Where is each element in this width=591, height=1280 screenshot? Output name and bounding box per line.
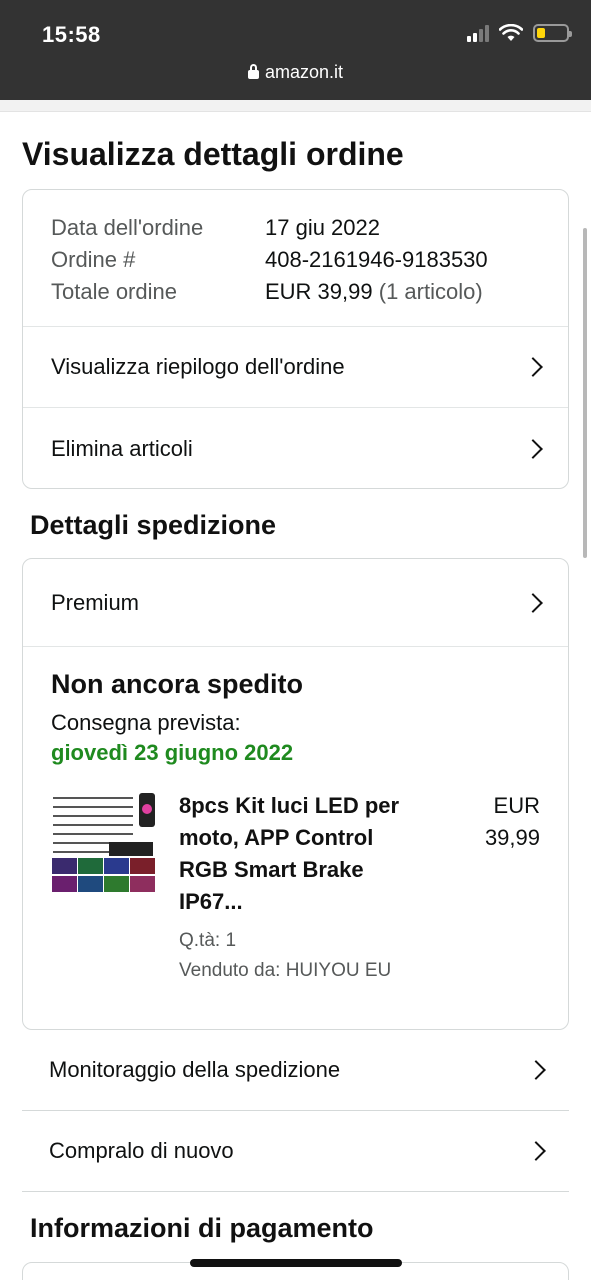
product-item[interactable]: 8pcs Kit luci LED per moto, APP Control … (51, 790, 540, 986)
battery-icon (533, 24, 572, 42)
buy-again-link[interactable]: Compralo di nuovo (22, 1111, 569, 1192)
order-item-count: (1 articolo) (378, 279, 483, 304)
chevron-right-icon (523, 438, 543, 459)
order-number-value: 408-2161946-9183530 (265, 247, 488, 272)
product-meta: Q.tà: 1 Venduto da: HUIYOU EU (179, 926, 419, 986)
wifi-icon (499, 24, 523, 41)
delivery-label: Consegna prevista: (51, 710, 241, 735)
shipment-status: Non ancora spedito (51, 669, 304, 699)
buy-again-label: Compralo di nuovo (49, 1138, 234, 1163)
payment-section-title: Informazioni di pagamento (30, 1213, 374, 1243)
delivery-date: giovedì 23 giugno 2022 (51, 740, 294, 765)
lock-icon (247, 64, 259, 79)
view-order-summary-link[interactable]: Visualizza riepilogo dell'ordine (23, 327, 568, 408)
track-shipment-label: Monitoraggio della spedizione (49, 1057, 341, 1082)
product-title[interactable]: 8pcs Kit luci LED per moto, APP Control … (179, 790, 419, 918)
price-currency: EUR (493, 793, 540, 818)
scrollbar[interactable] (583, 228, 587, 558)
shipment-actions: Monitoraggio della spedizione Compralo d… (22, 1030, 569, 1192)
shipment-details: Non ancora spedito Consegna prevista: gi… (23, 647, 568, 1008)
order-total-amount: EUR 39,99 (265, 279, 373, 304)
address-bar[interactable]: amazon.it (0, 62, 591, 83)
page-title: Visualizza dettagli ordine (22, 136, 404, 172)
order-date-label: Data dell'ordine (51, 215, 204, 240)
order-info: Data dell'ordine 17 giu 2022 Ordine # 40… (23, 190, 568, 327)
product-info: 8pcs Kit luci LED per moto, APP Control … (179, 790, 419, 986)
track-shipment-link[interactable]: Monitoraggio della spedizione (22, 1030, 569, 1111)
product-price: EUR 39,99 (485, 790, 540, 986)
browser-top-bar: 15:58 amazon.it (0, 0, 591, 100)
order-total-row: Totale ordine EUR 39,99 (1 articolo) (51, 276, 540, 308)
order-date-row: Data dell'ordine 17 giu 2022 (51, 212, 540, 244)
order-summary-card: Data dell'ordine 17 giu 2022 Ordine # 40… (22, 189, 569, 489)
order-total-value: EUR 39,99 (1 articolo) (265, 276, 483, 308)
order-number-row: Ordine # 408-2161946-9183530 (51, 244, 540, 276)
home-indicator[interactable] (190, 1259, 402, 1267)
order-date-value: 17 giu 2022 (265, 215, 380, 240)
remove-items-link[interactable]: Elimina articoli (23, 408, 568, 489)
chevron-right-icon (526, 1060, 546, 1080)
cellular-signal-icon (467, 24, 489, 42)
product-seller: Venduto da: HUIYOU EU (179, 960, 392, 981)
chevron-right-icon (523, 592, 543, 613)
status-icons (467, 24, 572, 42)
view-order-summary-label: Visualizza riepilogo dell'ordine (51, 354, 345, 379)
remove-items-label: Elimina articoli (51, 435, 193, 461)
order-number-label: Ordine # (51, 247, 136, 272)
chevron-right-icon (523, 357, 543, 377)
status-time: 15:58 (42, 22, 101, 47)
product-image[interactable] (51, 790, 157, 894)
url-text: amazon.it (264, 62, 344, 82)
shipping-card: Premium Non ancora spedito Consegna prev… (22, 558, 569, 1030)
chevron-right-icon (526, 1141, 546, 1161)
product-quantity: Q.tà: 1 (179, 930, 237, 951)
price-value: 39,99 (484, 825, 540, 850)
order-total-label: Totale ordine (51, 279, 177, 304)
shipping-section-title: Dettagli spedizione (30, 510, 277, 540)
shipping-method-row[interactable]: Premium (23, 559, 568, 647)
shipping-method-label: Premium (51, 589, 140, 615)
toolbar-divider (0, 100, 591, 112)
